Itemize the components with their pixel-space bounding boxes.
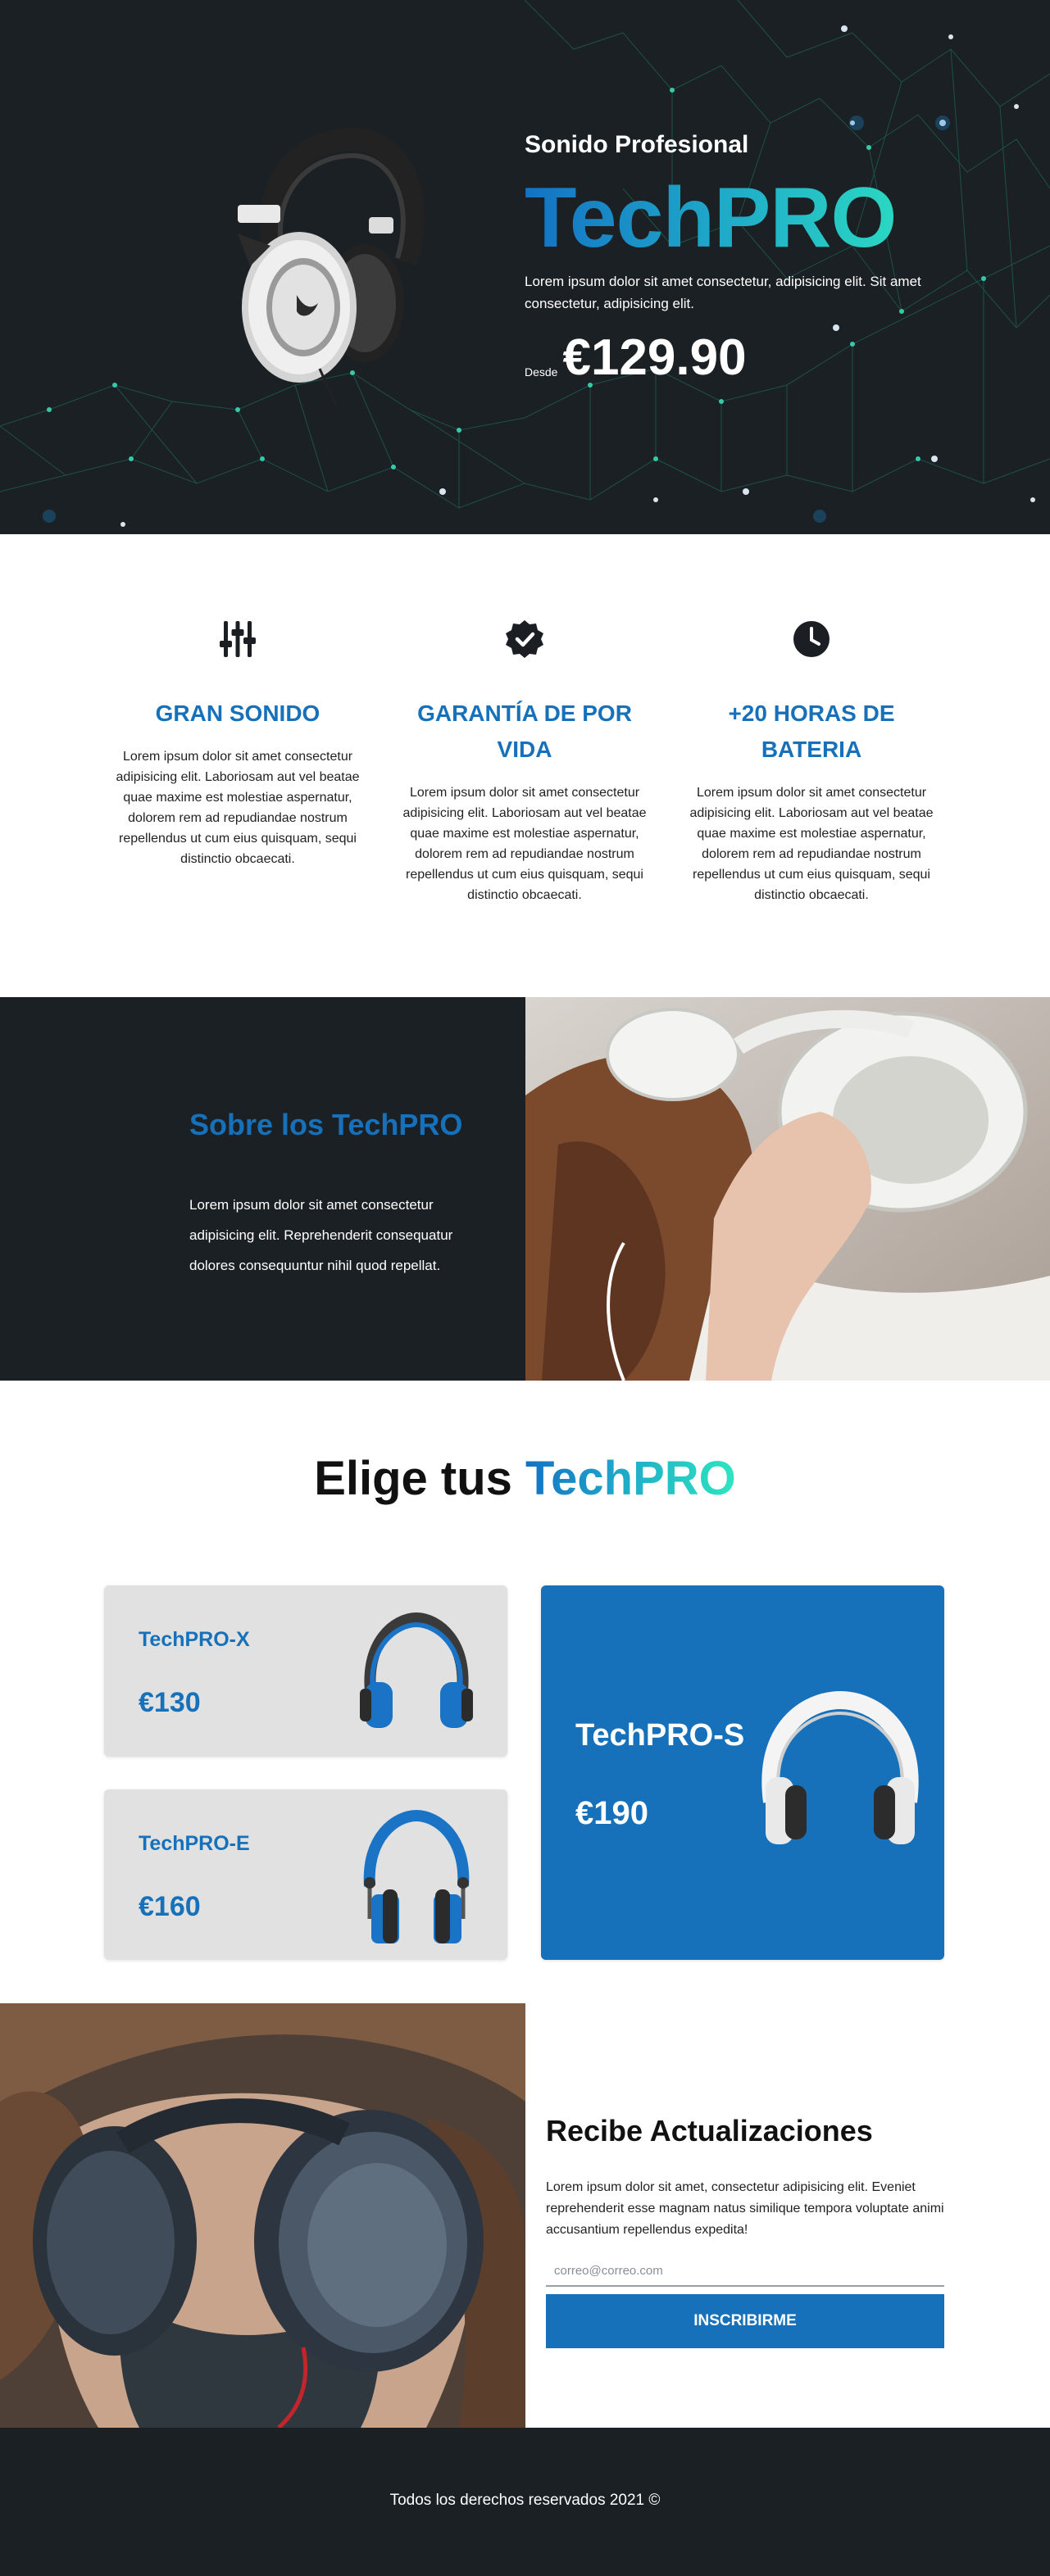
woman-wearing-headphones-photo bbox=[0, 2003, 525, 2428]
feature-title: GARANTÍA DE POR VIDA bbox=[417, 701, 632, 762]
hero-subtitle: Sonido Profesional bbox=[525, 131, 749, 158]
check-badge-icon bbox=[506, 620, 543, 658]
hero-text: Sonido Profesional TechPRO Lorem ipsum d… bbox=[525, 131, 951, 383]
about-section: Sobre los TechPRO Lorem ipsum dolor sit … bbox=[0, 997, 1050, 1381]
product-price: €160 bbox=[139, 1891, 201, 1922]
price-prefix: Desde bbox=[525, 365, 558, 379]
hero-description: Lorem ipsum dolor sit amet consectetur, … bbox=[525, 274, 921, 311]
feature-lifetime-warranty: GARANTÍA DE POR VIDA Lorem ipsum dolor s… bbox=[393, 616, 656, 905]
email-field[interactable] bbox=[546, 2256, 944, 2287]
product-card-techpro-x[interactable]: TechPRO-X €130 bbox=[104, 1585, 507, 1757]
clock-icon bbox=[793, 621, 830, 657]
products-title: Elige tus TechPRO bbox=[0, 1451, 1050, 1506]
feature-great-sound: GRAN SONIDO Lorem ipsum dolor sit amet c… bbox=[107, 616, 369, 869]
about-text-panel: Sobre los TechPRO Lorem ipsum dolor sit … bbox=[0, 997, 525, 1381]
newsletter-photo bbox=[0, 2003, 525, 2428]
products-section: Elige tus TechPRO TechPRO-X €130 TechPRO… bbox=[0, 1381, 1050, 2003]
product-price: €190 bbox=[575, 1795, 648, 1831]
subscribe-button[interactable]: INSCRIBIRME bbox=[546, 2294, 944, 2348]
woman-with-headphones-photo bbox=[525, 997, 1050, 1381]
products-title-prefix: Elige tus bbox=[314, 1452, 512, 1505]
feature-text: Lorem ipsum dolor sit amet consectetur a… bbox=[689, 786, 934, 902]
headphones-blue-icon bbox=[360, 1612, 473, 1728]
features-section: GRAN SONIDO Lorem ipsum dolor sit amet c… bbox=[0, 534, 1050, 997]
product-card-techpro-s[interactable]: TechPRO-S €190 bbox=[541, 1585, 944, 1960]
product-name: TechPRO-E bbox=[139, 1832, 250, 1855]
product-card-techpro-e[interactable]: TechPRO-E €160 bbox=[104, 1789, 507, 1960]
feature-title: GRAN SONIDO bbox=[155, 701, 320, 726]
feature-title: +20 HORAS DE BATERIA bbox=[728, 701, 895, 762]
feature-text: Lorem ipsum dolor sit amet consectetur a… bbox=[116, 750, 360, 866]
feature-battery: +20 HORAS DE BATERIA Lorem ipsum dolor s… bbox=[680, 616, 943, 905]
about-photo bbox=[525, 997, 1050, 1381]
products-title-brand: TechPRO bbox=[525, 1452, 736, 1505]
hero-section: Sonido Profesional TechPRO Lorem ipsum d… bbox=[0, 0, 1050, 534]
product-price: €130 bbox=[139, 1687, 201, 1718]
headphones-blue-black-icon bbox=[363, 1809, 470, 1943]
product-name: TechPRO-S bbox=[575, 1718, 745, 1753]
hero-price: €129.90 bbox=[562, 329, 747, 386]
product-name: TechPRO-X bbox=[139, 1628, 250, 1651]
newsletter-section: Recibe Actualizaciones Lorem ipsum dolor… bbox=[0, 2003, 1050, 2428]
feature-text: Lorem ipsum dolor sit amet consectetur a… bbox=[402, 786, 647, 902]
newsletter-form-panel: Recibe Actualizaciones Lorem ipsum dolor… bbox=[525, 2003, 1050, 2428]
footer: Todos los derechos reservados 2021 © bbox=[0, 2428, 1050, 2576]
hero-brand-title: TechPRO bbox=[525, 175, 951, 261]
newsletter-title: Recibe Actualizaciones bbox=[546, 2114, 873, 2147]
sliders-icon bbox=[220, 621, 256, 657]
headphones-white-icon bbox=[761, 1690, 919, 1844]
footer-copyright: Todos los derechos reservados 2021 © bbox=[389, 2492, 661, 2509]
hero-headphones-image bbox=[238, 127, 425, 406]
newsletter-text: Lorem ipsum dolor sit amet, consectetur … bbox=[546, 2180, 944, 2237]
about-text: Lorem ipsum dolor sit amet consectetur a… bbox=[189, 1197, 453, 1273]
hero-price-row: Desde €129.90 bbox=[525, 333, 951, 383]
about-title: Sobre los TechPRO bbox=[189, 1108, 463, 1141]
